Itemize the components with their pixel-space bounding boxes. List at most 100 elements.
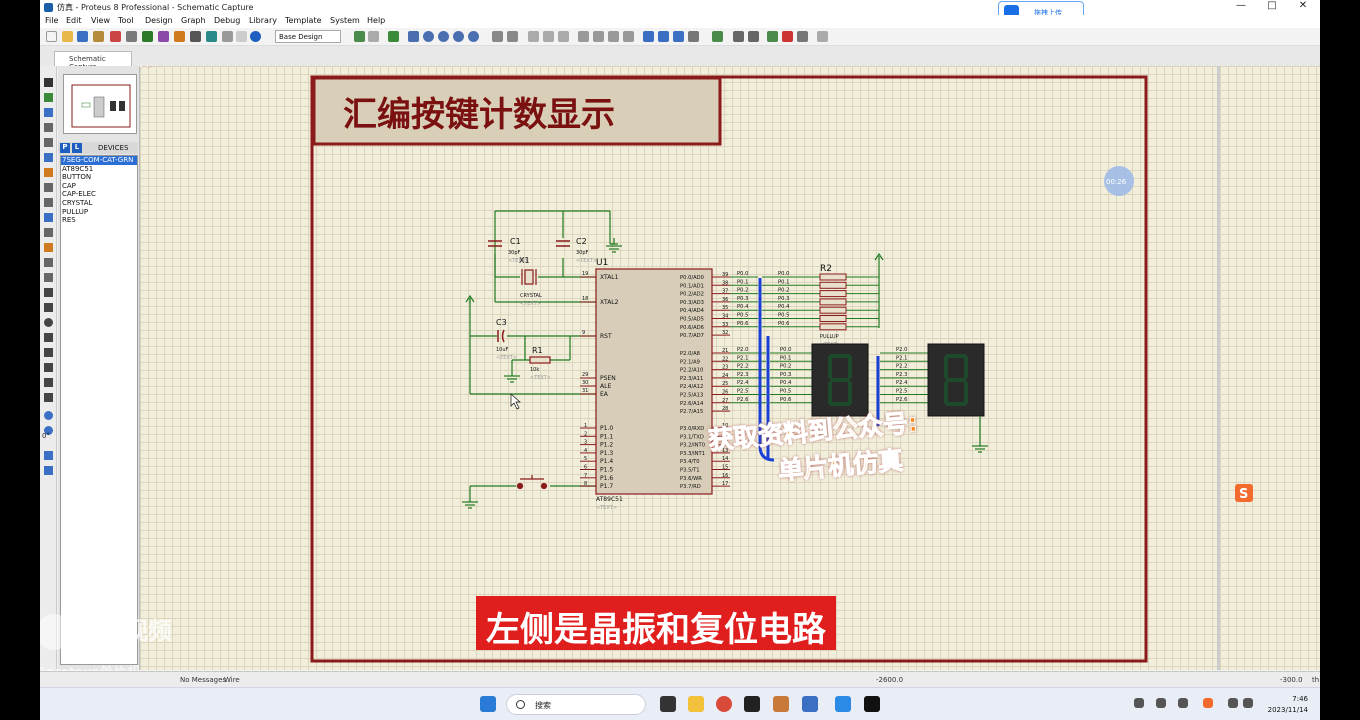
bear-app-icon[interactable]: [773, 696, 789, 712]
start-menu-icon[interactable]: [480, 696, 496, 712]
zoom-all-icon[interactable]: [453, 31, 464, 42]
component-mode-icon[interactable]: [44, 93, 53, 102]
taskbar-search[interactable]: 搜索: [506, 694, 646, 715]
block-delete-icon[interactable]: [623, 31, 634, 42]
task-view-icon[interactable]: [660, 696, 676, 712]
sogou-tray-icon[interactable]: [1203, 698, 1213, 708]
mirror-y-icon[interactable]: [44, 466, 53, 475]
marker-icon[interactable]: [44, 393, 53, 402]
vertical-scrollbar[interactable]: [1217, 66, 1220, 670]
line-icon[interactable]: [44, 288, 53, 297]
property-assign-icon[interactable]: [748, 31, 759, 42]
grid-icon[interactable]: [368, 31, 379, 42]
menu-template[interactable]: Template: [285, 16, 322, 25]
search-tag-icon[interactable]: [733, 31, 744, 42]
app-icon[interactable]: [744, 696, 760, 712]
gerber-icon[interactable]: [174, 31, 185, 42]
menu-design[interactable]: Design: [145, 16, 173, 25]
redo-icon[interactable]: [507, 31, 518, 42]
device-item[interactable]: BUTTON: [61, 173, 137, 182]
x1-crystal[interactable]: [521, 269, 537, 285]
design-select[interactable]: Base Design: [275, 30, 341, 43]
wire-autorouter-icon[interactable]: [712, 31, 723, 42]
paste-icon[interactable]: [558, 31, 569, 42]
rotation-angle[interactable]: 0°: [42, 432, 50, 440]
close-button[interactable]: ✕: [1290, 0, 1316, 15]
text-script-icon[interactable]: [44, 138, 53, 147]
device-item[interactable]: PULLUP: [61, 208, 137, 217]
r1-symbol[interactable]: [529, 356, 551, 364]
tray-chevron-icon[interactable]: [1134, 698, 1144, 708]
device-item[interactable]: RES: [61, 216, 137, 225]
3d-icon[interactable]: [158, 31, 169, 42]
undo-icon[interactable]: [492, 31, 503, 42]
report-icon[interactable]: [236, 31, 247, 42]
device-item[interactable]: CAP-ELEC: [61, 190, 137, 199]
pan-icon[interactable]: [408, 31, 419, 42]
source-code-icon[interactable]: [206, 31, 217, 42]
menu-graph[interactable]: Graph: [181, 16, 206, 25]
notes-icon[interactable]: [222, 31, 233, 42]
make-device-icon[interactable]: [658, 31, 669, 42]
key-button[interactable]: [516, 475, 548, 490]
maximize-button[interactable]: □: [1259, 0, 1285, 15]
path-icon[interactable]: [44, 348, 53, 357]
system-clock[interactable]: 7:46 2023/11/14: [1260, 694, 1308, 716]
tray-app-icon[interactable]: [1178, 698, 1188, 708]
schematic-canvas[interactable]: 汇编按键计数显示 C1 30pF <TEXT> C2 30pF <TEXT> X…: [140, 66, 1320, 670]
microphone-icon[interactable]: [1156, 698, 1166, 708]
pick-device-button[interactable]: P: [60, 143, 70, 153]
word-icon[interactable]: [835, 696, 851, 712]
device-item[interactable]: AT89C51: [61, 165, 137, 174]
selection-mode-icon[interactable]: [44, 78, 53, 87]
wire-label-icon[interactable]: [44, 123, 53, 132]
junction-dot-icon[interactable]: [44, 108, 53, 117]
menu-view[interactable]: View: [91, 16, 110, 25]
library-manager-button[interactable]: L: [72, 143, 82, 153]
block-move-icon[interactable]: [593, 31, 604, 42]
r2-pullup[interactable]: [819, 273, 879, 331]
volume-icon[interactable]: [1243, 698, 1253, 708]
menu-system[interactable]: System: [330, 16, 360, 25]
help-icon[interactable]: [250, 31, 261, 42]
subcircuit-icon[interactable]: [44, 168, 53, 177]
generator-icon[interactable]: [44, 243, 53, 252]
origin-icon[interactable]: [388, 31, 399, 42]
bom-icon[interactable]: [190, 31, 201, 42]
zoom-in-icon[interactable]: [423, 31, 434, 42]
copy-icon[interactable]: [543, 31, 554, 42]
device-item[interactable]: CRYSTAL: [61, 199, 137, 208]
proteus-taskbar-icon[interactable]: [802, 696, 818, 712]
device-pins-icon[interactable]: [44, 198, 53, 207]
minimize-button[interactable]: —: [1228, 0, 1254, 15]
menu-help[interactable]: Help: [367, 16, 385, 25]
open-folder-icon[interactable]: [62, 31, 73, 42]
zoom-out-icon[interactable]: [438, 31, 449, 42]
refresh-icon[interactable]: [354, 31, 365, 42]
box-icon[interactable]: [44, 303, 53, 312]
netlist-icon[interactable]: [817, 31, 828, 42]
graph-mode-icon[interactable]: [44, 213, 53, 222]
menu-library[interactable]: Library: [249, 16, 277, 25]
terminals-icon[interactable]: [44, 183, 53, 192]
menu-file[interactable]: File: [45, 16, 58, 25]
block-copy-icon[interactable]: [578, 31, 589, 42]
block-rotate-icon[interactable]: [608, 31, 619, 42]
voltage-probe-icon[interactable]: [44, 258, 53, 267]
schematic-icon[interactable]: [126, 31, 137, 42]
pick-device-icon[interactable]: [643, 31, 654, 42]
messages-status[interactable]: No Messages: [180, 676, 226, 684]
overview-window[interactable]: [63, 74, 137, 134]
buses-icon[interactable]: [44, 153, 53, 162]
pcb-icon[interactable]: [142, 31, 153, 42]
remove-sheet-icon[interactable]: [782, 31, 793, 42]
symbol-icon[interactable]: [44, 378, 53, 387]
file-explorer-icon[interactable]: [688, 696, 704, 712]
menu-edit[interactable]: Edit: [66, 16, 82, 25]
menu-tool[interactable]: Tool: [118, 16, 134, 25]
save-icon[interactable]: [77, 31, 88, 42]
capcut-icon[interactable]: [864, 696, 880, 712]
device-item[interactable]: CAP: [61, 182, 137, 191]
menu-debug[interactable]: Debug: [214, 16, 240, 25]
decompose-icon[interactable]: [688, 31, 699, 42]
